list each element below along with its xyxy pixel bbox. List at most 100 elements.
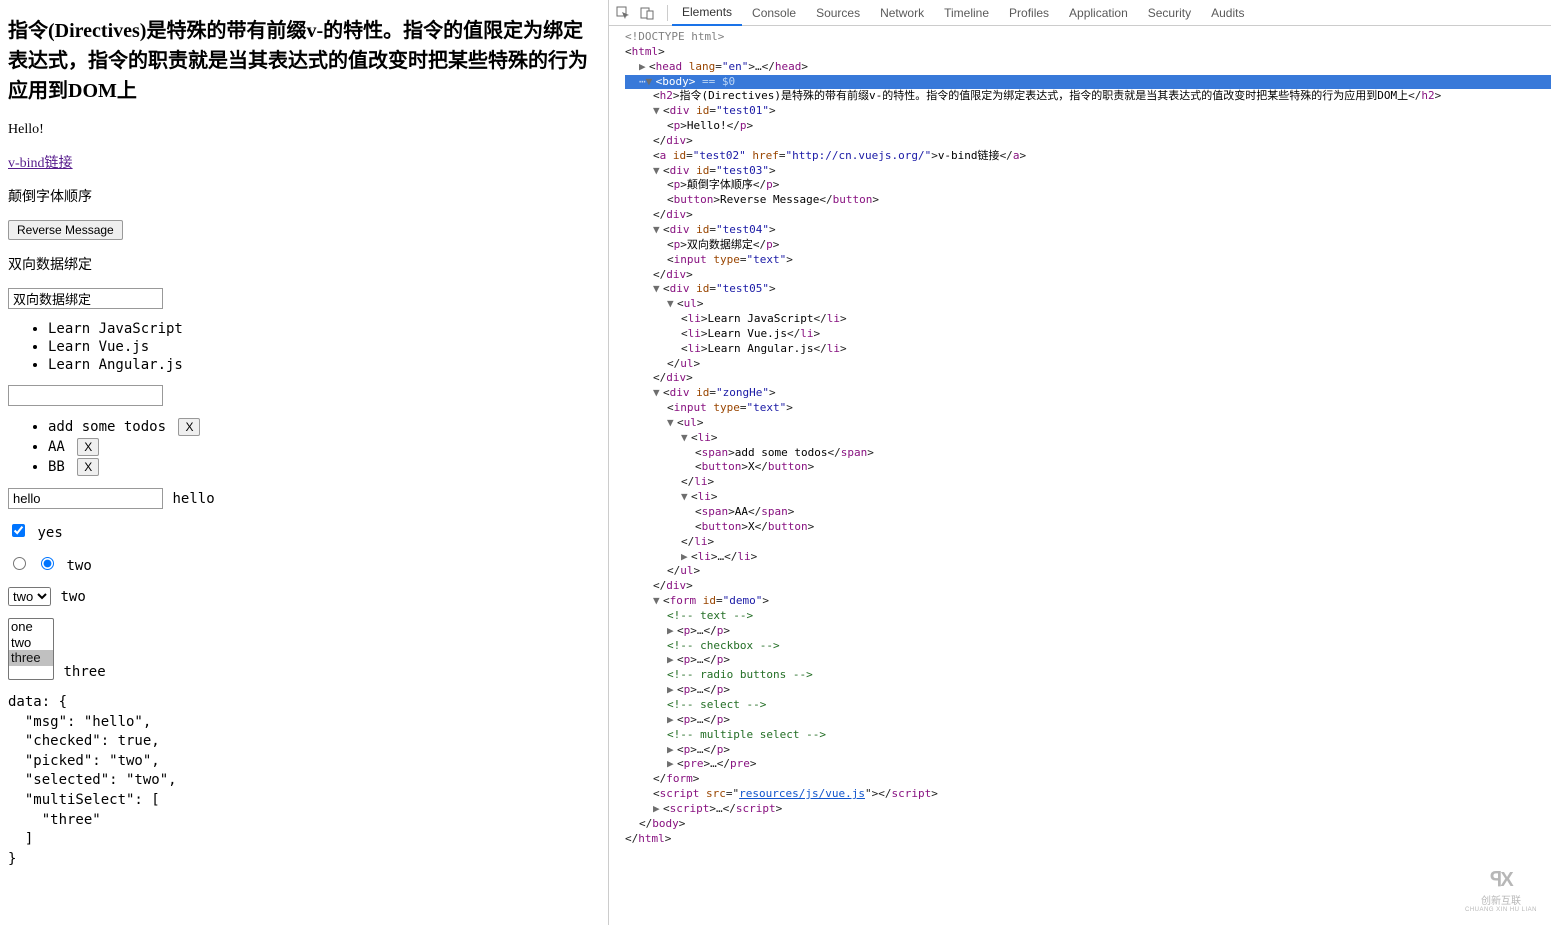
zonghe-li2[interactable]: ▼<li>: [625, 490, 1551, 505]
tab-audits[interactable]: Audits: [1201, 0, 1254, 26]
test05-close: </div>: [625, 371, 1551, 386]
reverse-label: 颠倒字体顺序: [8, 186, 600, 206]
tab-sources[interactable]: Sources: [806, 0, 870, 26]
test04-p[interactable]: <p>双向数据绑定</p>: [625, 238, 1551, 253]
multi-option[interactable]: two: [9, 635, 53, 651]
test04-input[interactable]: <input type="text">: [625, 253, 1551, 268]
form-open[interactable]: ▼<form id="demo">: [625, 594, 1551, 609]
watermark-brand: 创新互联: [1465, 892, 1537, 907]
single-select[interactable]: two: [8, 587, 51, 606]
zonghe-btn2[interactable]: <button>X</button>: [625, 520, 1551, 535]
vbind-link[interactable]: v-bind链接: [8, 156, 73, 171]
test04-open[interactable]: ▼<div id="test04">: [625, 223, 1551, 238]
checked-checkbox[interactable]: [12, 524, 25, 537]
test05-block: Learn JavaScript Learn Vue.js Learn Angu…: [8, 321, 600, 373]
body-node-selected[interactable]: ⋯▼<body> == $0: [625, 75, 1551, 90]
tab-application[interactable]: Application: [1059, 0, 1138, 26]
todo-delete-button[interactable]: X: [178, 418, 200, 436]
html-open[interactable]: <html>: [625, 45, 1551, 60]
li-node[interactable]: <li>Learn Angular.js</li>: [625, 342, 1551, 357]
list-item: Learn Angular.js: [48, 357, 600, 373]
zonghe-span2[interactable]: <span>AA</span>: [625, 505, 1551, 520]
tab-security[interactable]: Security: [1138, 0, 1201, 26]
pre-collapsed[interactable]: ▶<pre>…</pre>: [625, 757, 1551, 772]
head-node[interactable]: ▶<head lang="en">…</head>: [625, 60, 1551, 75]
todo-input[interactable]: [8, 385, 163, 406]
zonghe-close: </div>: [625, 579, 1551, 594]
tab-timeline[interactable]: Timeline: [934, 0, 999, 26]
msg-input[interactable]: [8, 488, 163, 509]
zonghe-span1[interactable]: <span>add some todos</span>: [625, 446, 1551, 461]
ul-close: </ul>: [625, 564, 1551, 579]
todo-item: AA X: [48, 438, 600, 456]
test05-ul[interactable]: ▼<ul>: [625, 297, 1551, 312]
a-node[interactable]: <a id="test02" href="http://cn.vuejs.org…: [625, 149, 1551, 164]
learn-list: Learn JavaScript Learn Vue.js Learn Angu…: [8, 321, 600, 373]
todo-delete-button[interactable]: X: [77, 458, 99, 476]
twoway-input[interactable]: [8, 288, 163, 309]
multi-option[interactable]: three: [9, 650, 53, 666]
li-node[interactable]: <li>Learn JavaScript</li>: [625, 312, 1551, 327]
watermark-sub: CHUANG XIN HU LIAN: [1465, 907, 1537, 913]
comment-node: <!-- text -->: [625, 609, 1551, 624]
multi-option[interactable]: one: [9, 619, 53, 635]
p-collapsed[interactable]: ▶<p>…</p>: [625, 653, 1551, 668]
p-collapsed[interactable]: ▶<p>…</p>: [625, 743, 1551, 758]
test01-open[interactable]: ▼<div id="test01">: [625, 104, 1551, 119]
li-node[interactable]: <li>Learn Vue.js</li>: [625, 327, 1551, 342]
li-close: </li>: [625, 535, 1551, 550]
page-heading: 指令(Directives)是特殊的带有前缀v-的特性。指令的值限定为绑定表达式…: [8, 16, 600, 106]
reverse-message-button[interactable]: Reverse Message: [8, 220, 123, 240]
expand-icon[interactable]: ▶: [639, 60, 649, 75]
tab-console[interactable]: Console: [742, 0, 806, 26]
form-close: </form>: [625, 772, 1551, 787]
zonghe-li3[interactable]: ▶<li>…</li>: [625, 550, 1551, 565]
test01-p[interactable]: <p>Hello!</p>: [625, 119, 1551, 134]
zonghe-open[interactable]: ▼<div id="zongHe">: [625, 386, 1551, 401]
test03-p[interactable]: <p>颠倒字体顺序</p>: [625, 178, 1551, 193]
p-collapsed[interactable]: ▶<p>…</p>: [625, 713, 1551, 728]
test03-block: 颠倒字体顺序 Reverse Message: [8, 186, 600, 240]
hello-text: Hello!: [8, 122, 600, 138]
test03-open[interactable]: ▼<div id="test03">: [625, 164, 1551, 179]
script-collapsed[interactable]: ▶<script>…</script>: [625, 802, 1551, 817]
tab-profiles[interactable]: Profiles: [999, 0, 1059, 26]
rendered-page: 指令(Directives)是特殊的带有前缀v-的特性。指令的值限定为绑定表达式…: [0, 0, 608, 925]
list-item: Learn JavaScript: [48, 321, 600, 337]
zonghe-block: add some todos X AA X BB X: [8, 385, 600, 476]
twoway-label: 双向数据绑定: [8, 254, 600, 274]
multi-select[interactable]: one two three: [8, 618, 54, 680]
data-pre: data: { "msg": "hello", "checked": true,…: [8, 693, 600, 869]
p-collapsed[interactable]: ▶<p>…</p>: [625, 624, 1551, 639]
p-collapsed[interactable]: ▶<p>…</p>: [625, 683, 1551, 698]
h2-node[interactable]: <h2>指令(Directives)是特殊的带有前缀v-的特性。指令的值限定为绑…: [625, 89, 1551, 104]
body-close: </body>: [625, 817, 1551, 832]
zonghe-input[interactable]: <input type="text">: [625, 401, 1551, 416]
comment-node: <!-- multiple select -->: [625, 728, 1551, 743]
device-icon[interactable]: [639, 5, 655, 21]
test03-btn[interactable]: <button>Reverse Message</button>: [625, 193, 1551, 208]
dom-tree[interactable]: <!DOCTYPE html> <html> ▶<head lang="en">…: [609, 26, 1551, 925]
script-node[interactable]: <script src="resources/js/vue.js"></scri…: [625, 787, 1551, 802]
zonghe-btn1[interactable]: <button>X</button>: [625, 460, 1551, 475]
ul-close: </ul>: [625, 357, 1551, 372]
test01-close: </div>: [625, 134, 1551, 149]
radio-one[interactable]: [13, 557, 26, 570]
tab-network[interactable]: Network: [870, 0, 934, 26]
msg-echo: hello: [173, 491, 215, 507]
zonghe-li1[interactable]: ▼<li>: [625, 431, 1551, 446]
tab-elements[interactable]: Elements: [672, 0, 742, 26]
todo-list: add some todos X AA X BB X: [8, 418, 600, 476]
devtools-toolbar: Elements Console Sources Network Timelin…: [609, 0, 1551, 26]
demo-form: hello yes two two two one two three thre…: [8, 488, 600, 869]
zonghe-ul[interactable]: ▼<ul>: [625, 416, 1551, 431]
test04-block: 双向数据绑定: [8, 254, 600, 309]
multi-echo: three: [64, 664, 106, 680]
radio-two[interactable]: [41, 557, 54, 570]
todo-delete-button[interactable]: X: [77, 438, 99, 456]
comment-node: <!-- select -->: [625, 698, 1551, 713]
test03-close: </div>: [625, 208, 1551, 223]
test05-open[interactable]: ▼<div id="test05">: [625, 282, 1551, 297]
inspect-icon[interactable]: [615, 5, 631, 21]
watermark: ꟼX 创新互联 CHUANG XIN HU LIAN: [1465, 867, 1537, 913]
